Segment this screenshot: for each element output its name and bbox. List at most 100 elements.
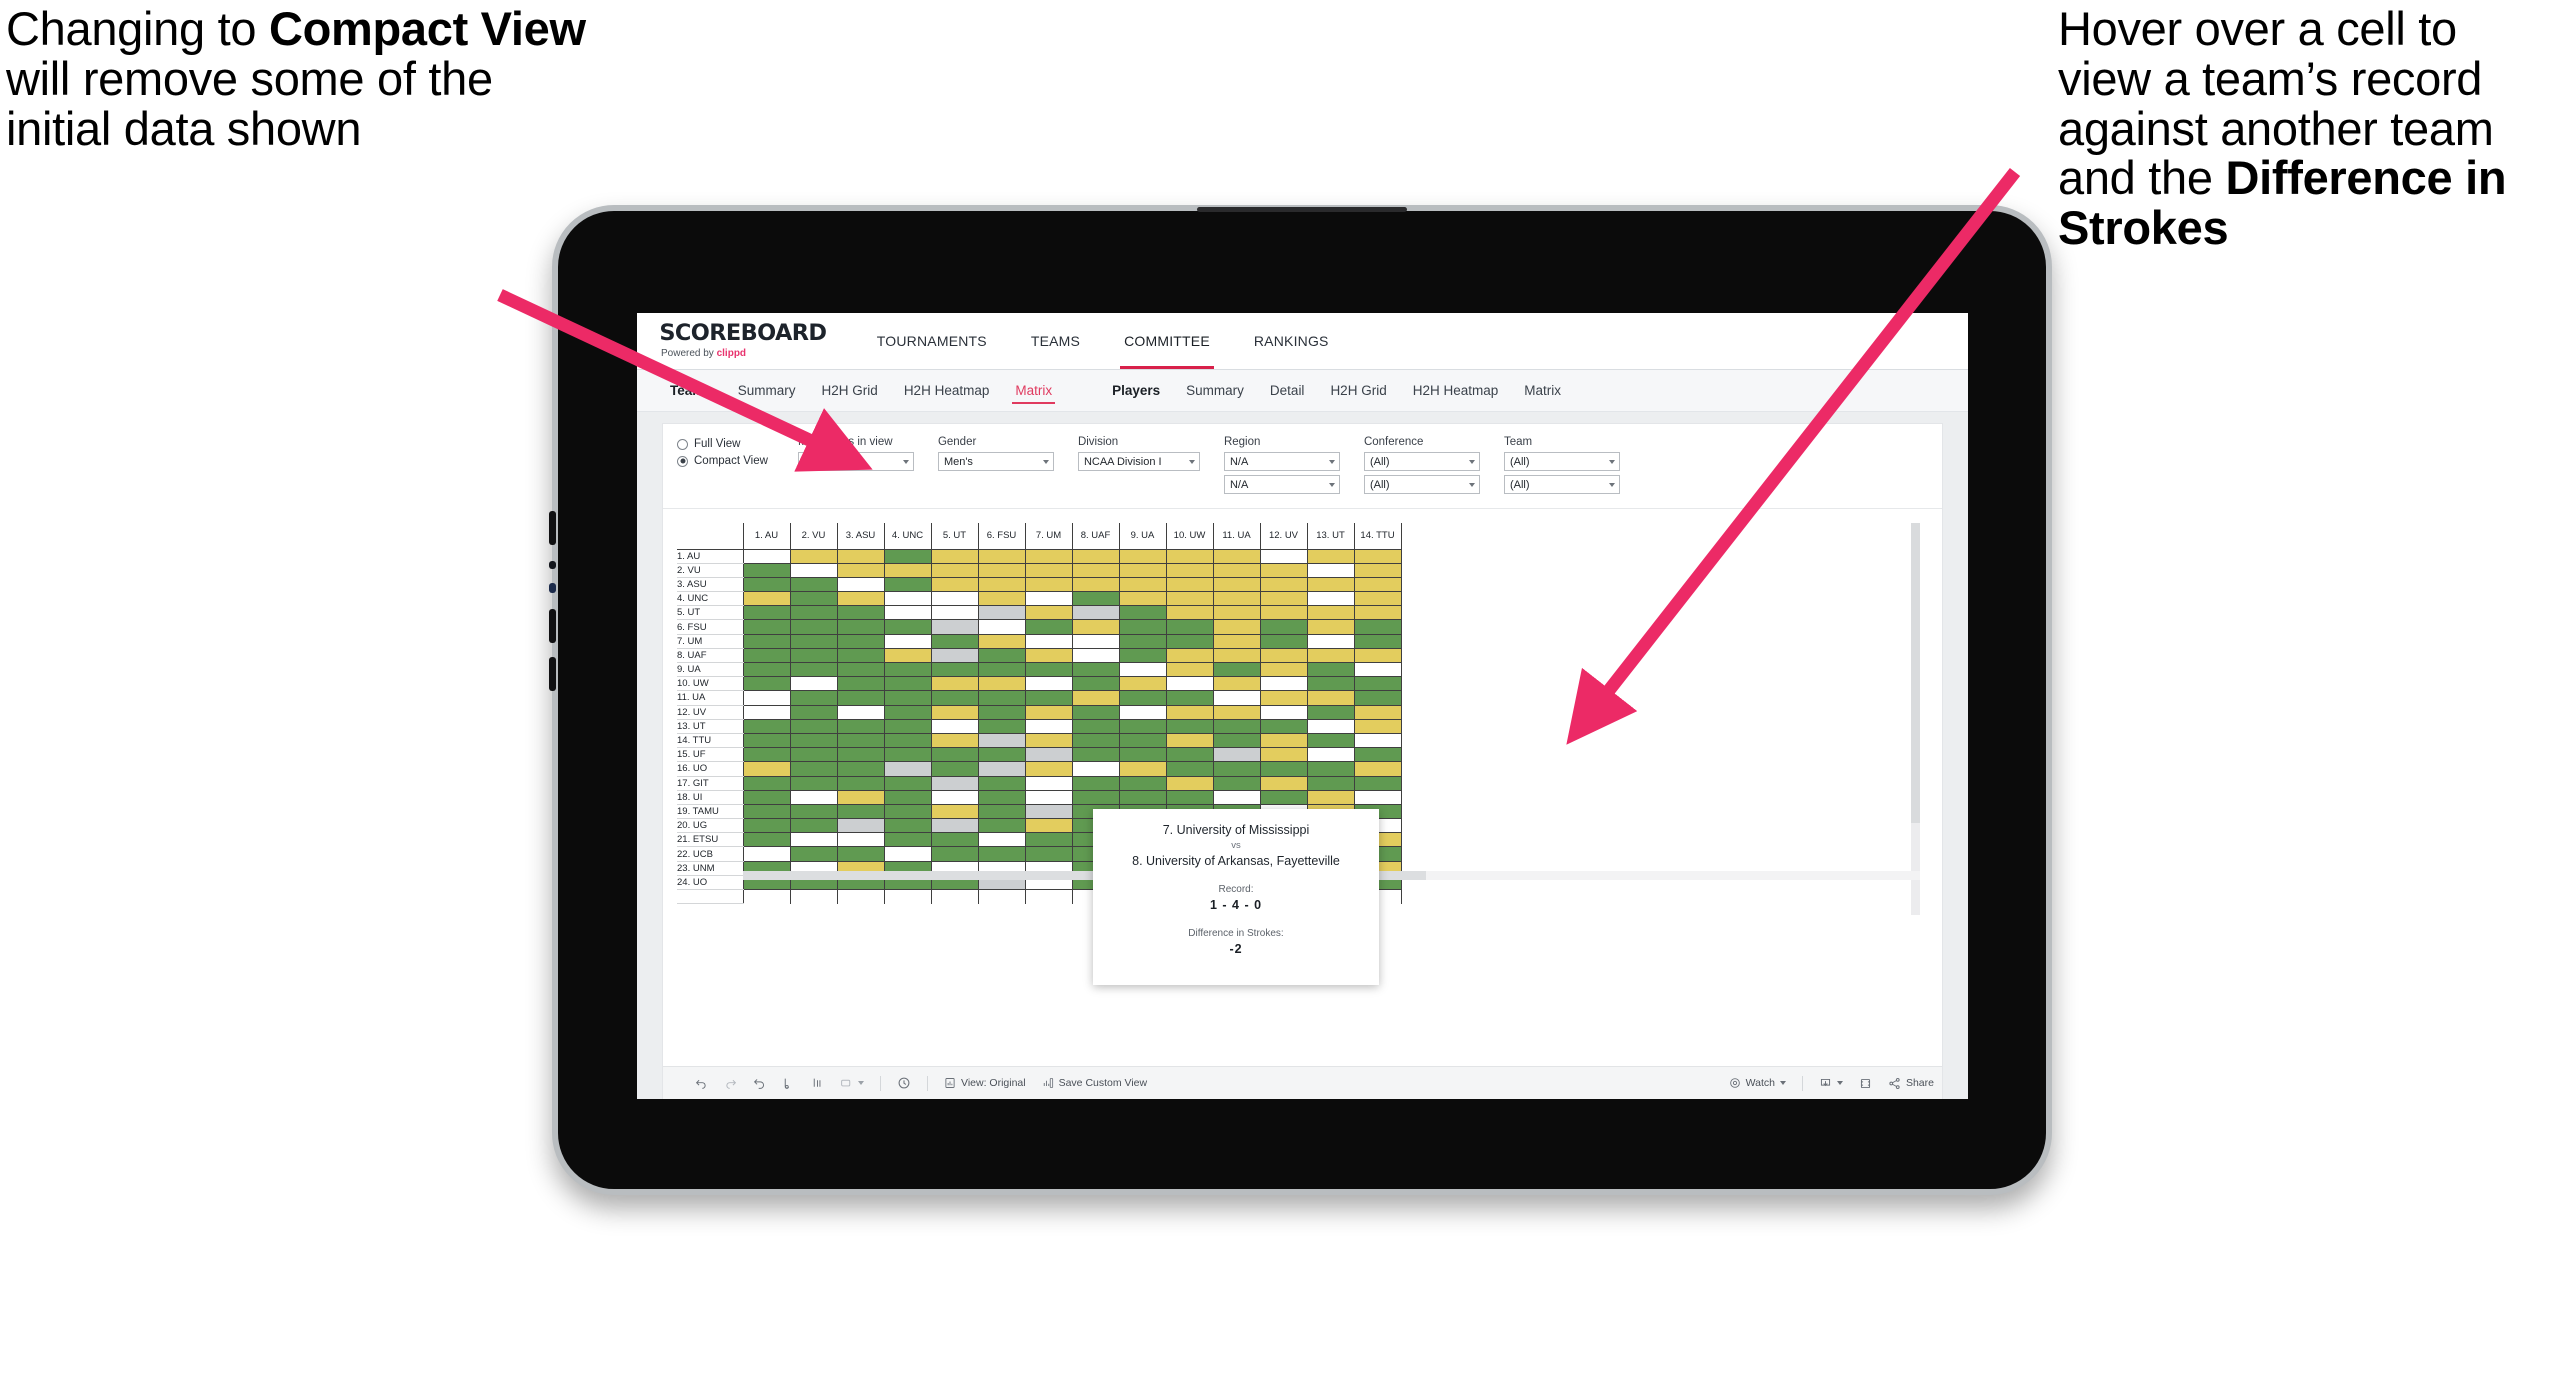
matrix-cell[interactable]	[742, 563, 790, 578]
matrix-cell[interactable]	[1024, 634, 1072, 649]
matrix-cell[interactable]	[789, 563, 837, 578]
matrix-cell[interactable]	[1353, 761, 1402, 777]
matrix-cell[interactable]	[883, 577, 931, 593]
matrix-cell[interactable]	[742, 690, 790, 706]
matrix-cell[interactable]	[883, 776, 931, 791]
matrix-cell[interactable]	[836, 591, 884, 607]
share-button[interactable]: Share	[1880, 1077, 1942, 1090]
matrix-cell[interactable]	[977, 705, 1025, 720]
matrix-cell[interactable]	[836, 705, 884, 720]
matrix-cell[interactable]	[789, 832, 837, 848]
matrix-cell[interactable]	[1024, 563, 1072, 578]
matrix-cell[interactable]	[836, 605, 884, 621]
matrix-cell[interactable]	[1024, 733, 1072, 749]
matrix-cell[interactable]	[883, 619, 931, 635]
matrix-cell[interactable]	[1071, 761, 1119, 777]
matrix-cell[interactable]	[789, 776, 837, 791]
matrix-cell[interactable]	[1118, 747, 1166, 763]
tab-players-detail[interactable]: Detail	[1257, 370, 1318, 412]
matrix-cell[interactable]	[1353, 676, 1402, 692]
matrix-cell[interactable]	[1306, 563, 1354, 578]
matrix-cell[interactable]	[1024, 549, 1072, 564]
matrix-cell[interactable]	[789, 818, 837, 834]
matrix-cell[interactable]	[742, 818, 790, 834]
matrix-cell[interactable]	[1118, 577, 1166, 593]
matrix-cell[interactable]	[1353, 591, 1402, 607]
matrix-cell[interactable]	[1118, 705, 1166, 720]
matrix-cell[interactable]	[1118, 676, 1166, 692]
matrix-cell[interactable]	[742, 733, 790, 749]
matrix-cell[interactable]	[789, 761, 837, 777]
matrix-cell[interactable]	[1306, 591, 1354, 607]
matrix-cell[interactable]	[977, 747, 1025, 763]
matrix-cell[interactable]	[883, 690, 931, 706]
matrix-cell[interactable]	[1165, 591, 1213, 607]
matrix-cell[interactable]	[742, 591, 790, 607]
matrix-cell[interactable]	[977, 676, 1025, 692]
matrix-cell[interactable]	[883, 747, 931, 763]
matrix-cell[interactable]	[742, 719, 790, 734]
matrix-cell[interactable]	[883, 705, 931, 720]
tab-players-h2h-heatmap[interactable]: H2H Heatmap	[1400, 370, 1512, 412]
matrix-cell[interactable]	[742, 549, 790, 564]
matrix-cell[interactable]	[977, 605, 1025, 621]
matrix-cell[interactable]	[1306, 690, 1354, 706]
matrix-cell[interactable]	[1212, 605, 1260, 621]
select-region-1[interactable]: N/A	[1223, 452, 1340, 471]
matrix-cell[interactable]	[836, 549, 884, 564]
matrix-cell[interactable]	[742, 634, 790, 649]
matrix-cell[interactable]	[1212, 676, 1260, 692]
matrix-cell[interactable]	[1165, 747, 1213, 763]
matrix-cell[interactable]	[1024, 591, 1072, 607]
matrix-cell[interactable]	[789, 577, 837, 593]
matrix-cell[interactable]	[742, 747, 790, 763]
matrix-cell[interactable]	[1024, 619, 1072, 635]
matrix-cell[interactable]	[1165, 549, 1213, 564]
matrix-cell[interactable]	[1024, 804, 1072, 820]
matrix-cell[interactable]	[977, 619, 1025, 635]
matrix-cell[interactable]	[836, 804, 884, 820]
matrix-cell[interactable]	[930, 889, 978, 904]
matrix-cell[interactable]	[789, 605, 837, 621]
select-gender[interactable]: Men's	[937, 452, 1054, 471]
matrix-cell[interactable]	[883, 563, 931, 578]
topnav-item-tournaments[interactable]: TOURNAMENTS	[855, 313, 1009, 369]
matrix-cell[interactable]	[1306, 733, 1354, 749]
matrix-cell[interactable]	[1306, 676, 1354, 692]
matrix-cell[interactable]	[1165, 648, 1213, 664]
matrix-cell[interactable]	[1259, 747, 1307, 763]
matrix-cell[interactable]	[930, 776, 978, 791]
matrix-cell[interactable]	[1259, 549, 1307, 564]
matrix-cell[interactable]	[1071, 605, 1119, 621]
matrix-cell[interactable]	[1165, 676, 1213, 692]
matrix-cell[interactable]	[1353, 648, 1402, 664]
matrix-cell[interactable]	[1212, 619, 1260, 635]
matrix-cell[interactable]	[1118, 719, 1166, 734]
matrix-cell[interactable]	[789, 733, 837, 749]
matrix-cell[interactable]	[1071, 577, 1119, 593]
matrix-cell[interactable]	[1165, 605, 1213, 621]
matrix-cell[interactable]	[742, 648, 790, 664]
matrix-cell[interactable]	[1212, 761, 1260, 777]
matrix-cell[interactable]	[1071, 747, 1119, 763]
matrix-cell[interactable]	[1353, 563, 1402, 578]
matrix-cell[interactable]	[742, 846, 790, 862]
matrix-cell[interactable]	[1071, 705, 1119, 720]
save-custom-view-button[interactable]: Save Custom View	[1034, 1077, 1156, 1089]
matrix-cell[interactable]	[977, 577, 1025, 593]
matrix-cell[interactable]	[1212, 719, 1260, 734]
matrix-cell[interactable]	[836, 662, 884, 678]
revert-button[interactable]	[745, 1077, 774, 1090]
matrix-cell[interactable]	[1212, 648, 1260, 664]
view-original-button[interactable]: View: Original	[936, 1077, 1034, 1089]
matrix-cell[interactable]	[1024, 605, 1072, 621]
matrix-cell[interactable]	[789, 648, 837, 664]
matrix-cell[interactable]	[1165, 619, 1213, 635]
matrix-cell[interactable]	[977, 832, 1025, 848]
matrix-cell[interactable]	[836, 889, 884, 904]
matrix-cell[interactable]	[1306, 648, 1354, 664]
matrix-cell[interactable]	[1024, 776, 1072, 791]
matrix-cell[interactable]	[1024, 889, 1072, 904]
matrix-cell[interactable]	[883, 818, 931, 834]
undo-button[interactable]	[687, 1077, 716, 1090]
